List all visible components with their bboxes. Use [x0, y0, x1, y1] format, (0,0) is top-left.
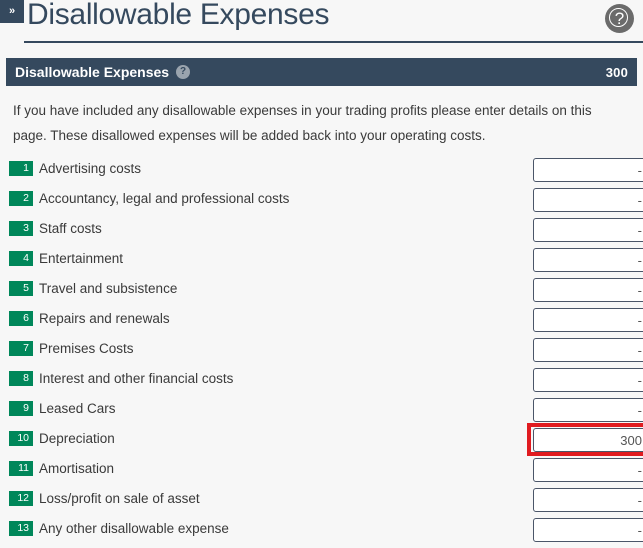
row-label: Interest and other financial costs	[39, 371, 234, 386]
question-mark-icon[interactable]: ?	[176, 65, 191, 79]
amount-input[interactable]	[533, 248, 643, 272]
amount-input[interactable]	[533, 368, 643, 392]
amount-input[interactable]	[533, 158, 643, 182]
row-number-badge: 7	[9, 341, 33, 356]
expense-row: 7 Premises Costs	[0, 338, 643, 368]
amount-input[interactable]	[533, 278, 643, 302]
row-label: Accountancy, legal and professional cost…	[39, 191, 290, 206]
row-label: Repairs and renewals	[39, 311, 170, 326]
row-label: Depreciation	[39, 431, 115, 446]
amount-input[interactable]	[533, 458, 643, 482]
row-number-badge: 10	[9, 431, 33, 446]
row-label: Any other disallowable expense	[39, 521, 229, 536]
expense-row: 4 Entertainment	[0, 248, 643, 278]
row-number-badge: 9	[9, 401, 33, 416]
amount-input[interactable]	[533, 308, 643, 332]
row-number-badge: 6	[9, 311, 33, 326]
row-number-badge: 4	[9, 251, 33, 266]
section-title: Disallowable Expenses	[15, 64, 170, 80]
row-number-badge: 2	[9, 191, 33, 206]
expense-row: 8 Interest and other financial costs	[0, 368, 643, 398]
amount-input[interactable]	[533, 518, 643, 542]
row-label: Advertising costs	[39, 161, 142, 176]
row-label: Entertainment	[39, 251, 124, 266]
expense-row: 9 Leased Cars	[0, 398, 643, 428]
expense-row: 11 Amortisation	[0, 458, 643, 488]
expense-row: 10 Depreciation	[0, 423, 643, 458]
expense-row: 6 Repairs and renewals	[0, 308, 643, 338]
expense-row: 13 Any other disallowable expense	[0, 518, 643, 548]
expense-row: 3 Staff costs	[0, 218, 643, 248]
expense-row: 5 Travel and subsistence	[0, 278, 643, 308]
row-number-badge: 12	[9, 491, 33, 506]
amount-input[interactable]	[533, 428, 643, 452]
expense-rows: 1 Advertising costs 2 Accountancy, legal an…	[0, 158, 643, 548]
amount-input[interactable]	[533, 218, 643, 242]
row-label: Premises Costs	[39, 341, 134, 356]
amount-input[interactable]	[533, 188, 643, 212]
row-label: Amortisation	[39, 461, 115, 476]
row-label: Leased Cars	[39, 401, 116, 416]
help-circle-ring	[609, 8, 628, 27]
amount-input[interactable]	[533, 488, 643, 512]
row-number-badge: 1	[9, 161, 33, 176]
amount-input[interactable]	[533, 338, 643, 362]
intro-text: If you have included any disallowable ex…	[13, 103, 592, 143]
row-label: Staff costs	[39, 221, 102, 236]
expense-row: 1 Advertising costs	[0, 158, 643, 188]
row-number-badge: 8	[9, 371, 33, 386]
sidebar-expand-toggle[interactable]: »	[0, 0, 24, 23]
row-number-badge: 11	[9, 461, 33, 476]
amount-input[interactable]	[533, 398, 643, 422]
top-bar: » Disallowable Expenses	[0, 0, 643, 47]
section-header: Disallowable Expenses ? 300	[6, 58, 637, 86]
help-circle-icon[interactable]	[605, 4, 634, 33]
page-title: Disallowable Expenses	[27, 0, 330, 31]
row-label: Loss/profit on sale of asset	[39, 491, 200, 506]
title-divider	[24, 41, 643, 43]
expense-row: 12 Loss/profit on sale of asset	[0, 488, 643, 518]
row-number-badge: 3	[9, 221, 33, 236]
row-label: Travel and subsistence	[39, 281, 178, 296]
row-number-badge: 5	[9, 281, 33, 296]
expense-row: 2 Accountancy, legal and professional cos…	[0, 188, 643, 218]
row-number-badge: 13	[9, 521, 33, 536]
section-total: 300	[605, 64, 628, 80]
